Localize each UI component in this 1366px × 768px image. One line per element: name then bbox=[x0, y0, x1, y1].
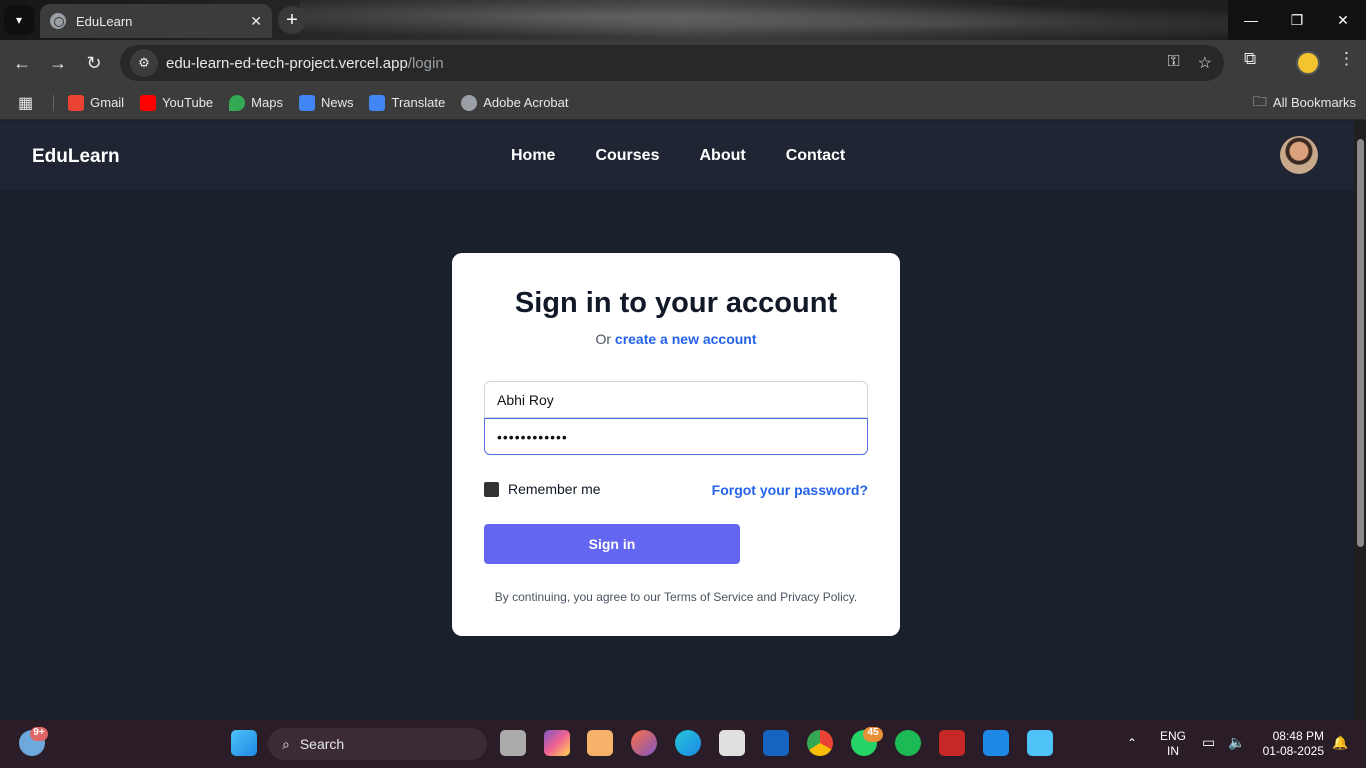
remember-checkbox[interactable] bbox=[484, 481, 499, 497]
new-tab-button[interactable]: + bbox=[278, 6, 306, 34]
tab-title: EduLearn bbox=[76, 13, 133, 29]
page-scrollbar[interactable] bbox=[1354, 121, 1366, 720]
clock[interactable]: 08:48 PM 01-08-2025 bbox=[1258, 729, 1324, 759]
search-icon: ⌕ bbox=[282, 735, 290, 752]
theme-background bbox=[300, 0, 1230, 40]
vscode-icon[interactable] bbox=[983, 730, 1009, 756]
close-tab-icon[interactable]: ✕ bbox=[250, 13, 262, 30]
nav-home[interactable]: Home bbox=[511, 147, 555, 165]
forward-icon[interactable]: → bbox=[45, 50, 71, 76]
search-label: Search bbox=[299, 736, 345, 752]
browser-tab-strip: ▾ EduLearn ✕ + — ❐ ✕ bbox=[0, 0, 1366, 40]
bookmark-star-icon[interactable]: ☆ bbox=[1198, 53, 1212, 73]
close-window-button[interactable]: ✕ bbox=[1320, 0, 1366, 40]
tab-search-button[interactable]: ▾ bbox=[4, 5, 34, 35]
password-key-icon[interactable]: ⚿ bbox=[1167, 53, 1179, 73]
network-icon[interactable]: ▭ bbox=[1202, 735, 1215, 750]
maps-icon bbox=[229, 94, 246, 111]
copilot-icon[interactable] bbox=[544, 730, 570, 756]
globe-icon bbox=[461, 94, 478, 111]
minimize-button[interactable]: — bbox=[1228, 0, 1274, 40]
nav-about[interactable]: About bbox=[699, 147, 745, 165]
task-view-icon[interactable] bbox=[500, 730, 526, 756]
whatsapp-badge: 45 bbox=[863, 727, 883, 742]
browser-toolbar: ← → ↻ ⚙ edu-learn-ed-tech-project.vercel… bbox=[0, 40, 1366, 86]
address-bar[interactable]: ⚙ edu-learn-ed-tech-project.vercel.app/l… bbox=[120, 45, 1224, 81]
extensions-icon[interactable]: ⧉ bbox=[1244, 49, 1256, 69]
apps-grid-icon[interactable]: ▦ bbox=[18, 93, 33, 113]
site-logo[interactable]: EduLearn bbox=[32, 146, 120, 168]
news-icon bbox=[298, 94, 315, 111]
profile-avatar[interactable] bbox=[1296, 51, 1320, 75]
nav-links: Home Courses About Contact bbox=[511, 147, 845, 165]
terms-text: By continuing, you agree to our Terms of… bbox=[494, 590, 858, 604]
menu-icon[interactable]: ⋮ bbox=[1338, 49, 1355, 69]
create-account-link[interactable]: create a new account bbox=[615, 331, 757, 347]
all-bookmarks[interactable]: 🗀 All Bookmarks bbox=[1253, 91, 1356, 115]
bookmarks-bar: ▦ Gmail YouTube Maps News Translate Adob… bbox=[0, 86, 1366, 120]
site-navbar: EduLearn Home Courses About Contact bbox=[0, 121, 1354, 189]
bookmark-maps[interactable]: Maps bbox=[229, 94, 283, 111]
folder-icon: 🗀 bbox=[1252, 92, 1267, 109]
url-path: /login bbox=[407, 54, 444, 72]
outlook-icon[interactable] bbox=[763, 730, 789, 756]
store-icon[interactable] bbox=[719, 730, 745, 756]
login-card: Sign in to your account Or create a new … bbox=[452, 253, 900, 636]
taskbar-search[interactable]: ⌕ Search bbox=[268, 728, 487, 760]
restore-button[interactable]: ❐ bbox=[1274, 0, 1320, 40]
signup-prompt: Or create a new account bbox=[595, 331, 757, 347]
bookmark-youtube[interactable]: YouTube bbox=[140, 94, 213, 111]
tray-overflow-icon[interactable]: ⌃ bbox=[1127, 736, 1137, 751]
nav-courses[interactable]: Courses bbox=[595, 147, 659, 165]
remember-label: Remember me bbox=[508, 481, 601, 497]
youtube-icon bbox=[140, 94, 157, 111]
file-explorer-icon[interactable] bbox=[587, 730, 613, 756]
volume-icon[interactable]: 🔈 bbox=[1228, 735, 1245, 750]
weather-badge: 9+ bbox=[30, 727, 48, 741]
back-icon[interactable]: ← bbox=[9, 50, 35, 76]
edge-icon[interactable] bbox=[675, 730, 701, 756]
web-page: EduLearn Home Courses About Contact Sign… bbox=[0, 121, 1366, 720]
username-field[interactable]: Abhi Roy bbox=[484, 381, 868, 418]
bookmark-news[interactable]: News bbox=[298, 94, 353, 111]
page-title: Sign in to your account bbox=[514, 287, 838, 319]
windows-start-icon[interactable] bbox=[231, 730, 257, 756]
notification-icon[interactable]: 🔔 bbox=[1332, 735, 1348, 750]
user-avatar[interactable] bbox=[1280, 136, 1318, 174]
remember-me[interactable]: Remember me bbox=[484, 481, 601, 497]
spotify-icon[interactable] bbox=[895, 730, 921, 756]
tab-edulearn[interactable]: EduLearn ✕ bbox=[40, 4, 272, 38]
windows-taskbar: 9+ ⌕ Search 45 ⌃ ENG IN ▭ 🔈 08:48 PM 01-08… bbox=[0, 720, 1366, 768]
language-indicator[interactable]: ENG IN bbox=[1160, 729, 1186, 759]
password-field[interactable]: •••••••••••• bbox=[484, 418, 868, 455]
gmail-icon bbox=[68, 94, 85, 111]
site-info-icon[interactable]: ⚙ bbox=[130, 49, 158, 77]
sign-in-button[interactable]: Sign in bbox=[484, 524, 740, 564]
firefox-icon[interactable] bbox=[631, 730, 657, 756]
translate-icon bbox=[369, 94, 386, 111]
chrome-icon[interactable] bbox=[807, 730, 833, 756]
reload-icon[interactable]: ↻ bbox=[81, 50, 107, 76]
bookmark-translate[interactable]: Translate bbox=[369, 94, 445, 111]
acrobat-icon[interactable] bbox=[939, 730, 965, 756]
globe-icon bbox=[50, 13, 66, 29]
url-host: edu-learn-ed-tech-project.vercel.app bbox=[166, 54, 408, 72]
bookmark-gmail[interactable]: Gmail bbox=[68, 94, 124, 111]
forgot-password-link[interactable]: Forgot your password? bbox=[712, 482, 868, 498]
window-controls: — ❐ ✕ bbox=[1228, 0, 1366, 40]
bookmark-adobe-acrobat[interactable]: Adobe Acrobat bbox=[461, 94, 569, 111]
scrollbar-thumb[interactable] bbox=[1357, 139, 1364, 547]
notepad-icon[interactable] bbox=[1027, 730, 1053, 756]
nav-contact[interactable]: Contact bbox=[786, 147, 846, 165]
